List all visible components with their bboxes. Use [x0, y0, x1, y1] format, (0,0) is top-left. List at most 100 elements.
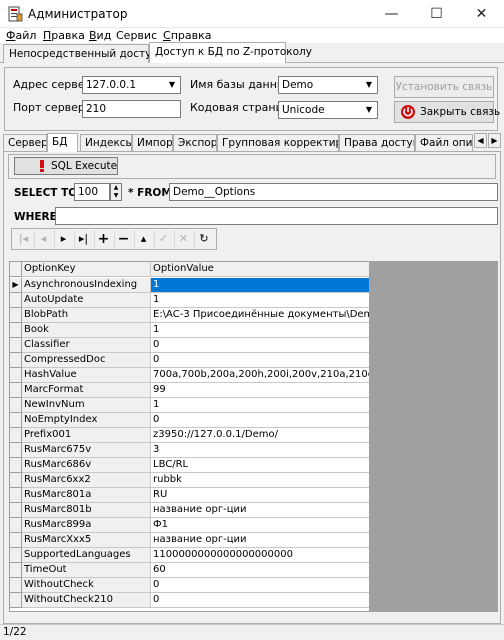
db-name-combo[interactable]: Demo ▼: [278, 76, 378, 94]
table-row[interactable]: Book 1: [10, 323, 369, 338]
row-indicator[interactable]: [10, 533, 22, 548]
tab-group-correction[interactable]: Групповая корректировка: [217, 134, 339, 151]
table-row[interactable]: WithoutCheck210 0: [10, 593, 369, 608]
menu-service[interactable]: Сервис: [116, 29, 157, 42]
option-key-cell[interactable]: RusMarc6xx2: [22, 473, 151, 488]
tab-scroll-left-icon[interactable]: ◀: [474, 133, 487, 148]
row-indicator[interactable]: [10, 458, 22, 473]
refresh-icon[interactable]: ↻: [193, 230, 215, 248]
option-key-cell[interactable]: RusMarc899a: [22, 518, 151, 533]
row-indicator[interactable]: [10, 368, 22, 383]
table-row[interactable]: RusMarc899a Ф1: [10, 518, 369, 533]
chevron-down-icon[interactable]: ▼: [361, 102, 377, 118]
option-value-cell[interactable]: z3950://127.0.0.1/Demo/: [151, 428, 369, 443]
option-value-cell[interactable]: rubbk: [151, 473, 369, 488]
row-indicator[interactable]: [10, 383, 22, 398]
tab-access-rights[interactable]: Права доступа: [339, 134, 415, 151]
table-row[interactable]: HashValue 700a,700b,200a,200h,200i,200v,2…: [10, 368, 369, 383]
option-key-cell[interactable]: RusMarc675v: [22, 443, 151, 458]
option-value-cell[interactable]: Ф1: [151, 518, 369, 533]
option-value-cell[interactable]: 1: [151, 278, 369, 293]
option-key-cell[interactable]: RusMarcXxx5: [22, 533, 151, 548]
options-grid[interactable]: OptionKey OptionValue ▶ AsynchronousIndex…: [9, 261, 370, 612]
table-row[interactable]: BlobPath E:\AC-3 Присоединённые документы…: [10, 308, 369, 323]
table-row[interactable]: RusMarc801b название орг-ции: [10, 503, 369, 518]
menu-file[interactable]: Файл: [6, 29, 36, 42]
option-value-cell[interactable]: RU: [151, 488, 369, 503]
current-row-indicator-icon[interactable]: ▶: [10, 278, 22, 293]
table-row[interactable]: SupportedLanguages 1100000000000000000000: [10, 548, 369, 563]
option-value-cell[interactable]: 1: [151, 323, 369, 338]
tab-import[interactable]: Импорт: [132, 134, 173, 151]
option-value-cell[interactable]: 3: [151, 443, 369, 458]
option-key-cell[interactable]: RusMarc801a: [22, 488, 151, 503]
option-key-cell[interactable]: NewInvNum: [22, 398, 151, 413]
menu-edit[interactable]: Правка: [43, 29, 85, 42]
table-row[interactable]: MarcFormat 99: [10, 383, 369, 398]
option-value-cell[interactable]: E:\AC-3 Присоединённые документы\Demo: [151, 308, 369, 323]
tab-export[interactable]: Экспорт: [173, 134, 217, 151]
maximize-button[interactable]: ☐: [414, 0, 459, 28]
option-value-cell[interactable]: 1100000000000000000000: [151, 548, 369, 563]
delete-icon[interactable]: −: [113, 230, 135, 248]
option-key-cell[interactable]: SupportedLanguages: [22, 548, 151, 563]
row-indicator[interactable]: [10, 443, 22, 458]
option-value-cell[interactable]: название орг-ции: [151, 533, 369, 548]
menu-help[interactable]: Справка: [163, 29, 211, 42]
post-icon[interactable]: ✓: [153, 230, 175, 248]
column-header-optionkey[interactable]: OptionKey: [22, 262, 151, 277]
disconnect-button[interactable]: Закрыть связь: [394, 101, 500, 123]
server-address-combo[interactable]: 127.0.0.1 ▼: [82, 76, 181, 94]
option-key-cell[interactable]: HashValue: [22, 368, 151, 383]
chevron-down-icon[interactable]: ▼: [361, 77, 377, 93]
tab-db[interactable]: БД: [47, 133, 78, 152]
edit-icon[interactable]: ▴: [133, 230, 155, 248]
option-key-cell[interactable]: Book: [22, 323, 151, 338]
insert-icon[interactable]: +: [93, 230, 115, 248]
tab-z-protocol[interactable]: Доступ к БД по Z-протоколу: [149, 42, 312, 63]
option-key-cell[interactable]: WithoutCheck210: [22, 593, 151, 608]
table-row[interactable]: NoEmptyIndex 0: [10, 413, 369, 428]
option-key-cell[interactable]: RusMarc686v: [22, 458, 151, 473]
option-key-cell[interactable]: MarcFormat: [22, 383, 151, 398]
port-field[interactable]: 210: [82, 100, 181, 118]
option-value-cell[interactable]: 1: [151, 293, 369, 308]
last-icon[interactable]: ▸|: [73, 230, 95, 248]
option-key-cell[interactable]: Classifier: [22, 338, 151, 353]
row-indicator[interactable]: [10, 593, 22, 608]
spin-up-icon[interactable]: ▲: [111, 184, 121, 192]
option-value-cell[interactable]: 700a,700b,200a,200h,200i,200v,210a,210c,…: [151, 368, 369, 383]
table-row[interactable]: AutoUpdate 1: [10, 293, 369, 308]
where-field[interactable]: [55, 207, 498, 225]
connect-button[interactable]: Установить связь: [394, 76, 494, 98]
table-row[interactable]: RusMarcXxx5 название орг-ции: [10, 533, 369, 548]
option-key-cell[interactable]: Prefix001: [22, 428, 151, 443]
table-row[interactable]: RusMarc6xx2 rubbk: [10, 473, 369, 488]
tab-server[interactable]: Сервер: [3, 134, 47, 151]
row-indicator[interactable]: [10, 578, 22, 593]
option-key-cell[interactable]: RusMarc801b: [22, 503, 151, 518]
option-key-cell[interactable]: NoEmptyIndex: [22, 413, 151, 428]
table-row[interactable]: RusMarc686v LBC/RL: [10, 458, 369, 473]
table-row[interactable]: TimeOut 60: [10, 563, 369, 578]
menu-view[interactable]: Вид: [89, 29, 111, 42]
row-indicator[interactable]: [10, 398, 22, 413]
table-row[interactable]: Classifier 0: [10, 338, 369, 353]
row-indicator[interactable]: [10, 563, 22, 578]
cancel-icon[interactable]: ✕: [173, 230, 195, 248]
option-key-cell[interactable]: WithoutCheck: [22, 578, 151, 593]
row-indicator[interactable]: [10, 413, 22, 428]
tab-scroll-right-icon[interactable]: ▶: [488, 133, 501, 148]
next-icon[interactable]: ▸: [53, 230, 75, 248]
tab-description-file[interactable]: Файл описан: [415, 134, 473, 151]
top-count-field[interactable]: 100: [74, 183, 110, 201]
close-window-button[interactable]: ✕: [459, 0, 504, 28]
option-value-cell[interactable]: 0: [151, 578, 369, 593]
option-value-cell[interactable]: 99: [151, 383, 369, 398]
row-indicator[interactable]: [10, 473, 22, 488]
row-indicator[interactable]: [10, 428, 22, 443]
option-key-cell[interactable]: AutoUpdate: [22, 293, 151, 308]
table-row[interactable]: RusMarc675v 3: [10, 443, 369, 458]
tab-indexes[interactable]: Индексы: [80, 134, 132, 151]
option-value-cell[interactable]: 0: [151, 353, 369, 368]
